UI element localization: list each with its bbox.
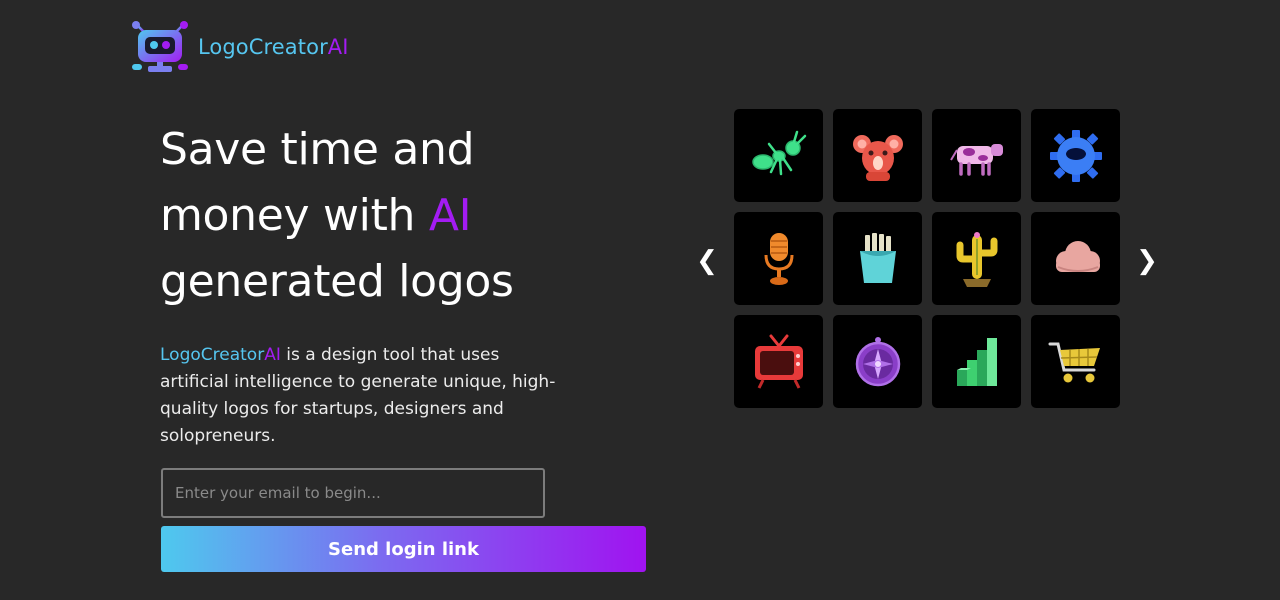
- cactus-icon: [956, 231, 997, 287]
- logo-tile-shopping-cart[interactable]: [1031, 315, 1120, 408]
- logo-tile-cloud[interactable]: [1031, 212, 1120, 305]
- logo-tile-tv[interactable]: [734, 315, 823, 408]
- logo-tile-cow[interactable]: [932, 109, 1021, 202]
- hero-title-line1: Save time and: [160, 124, 475, 175]
- robot-logo-icon: [132, 21, 188, 72]
- tv-icon: [754, 334, 803, 389]
- logo-tile-koala[interactable]: [833, 109, 922, 202]
- carousel-prev-button[interactable]: ❮: [695, 245, 719, 277]
- brand-logo-link[interactable]: LogoCreatorAI: [128, 20, 349, 74]
- gear-icon: [1049, 129, 1102, 182]
- shopping-cart-icon: [1048, 342, 1100, 382]
- description-brand-main: LogoCreator: [160, 345, 265, 365]
- koala-icon: [852, 134, 903, 181]
- cow-icon: [949, 143, 1003, 176]
- hero-description: LogoCreatorAI is a design tool that uses…: [160, 342, 560, 450]
- microphone-icon: [764, 232, 793, 285]
- hero-title-ai: AI: [428, 190, 472, 241]
- compass-icon: [855, 336, 900, 386]
- brand-name-main: LogoCreator: [198, 35, 328, 59]
- hero-title: Save time and money with AI generated lo…: [160, 117, 630, 315]
- logo-tile-bar-chart[interactable]: [932, 315, 1021, 408]
- carousel-next-button[interactable]: ❯: [1135, 245, 1159, 277]
- logo-tile-cactus[interactable]: [932, 212, 1021, 305]
- description-brand-ai: AI: [264, 345, 281, 365]
- logo-tile-ant[interactable]: [734, 109, 823, 202]
- hero-title-line2: money with: [160, 190, 429, 241]
- brand-name-ai: AI: [327, 35, 349, 59]
- landing-page: LogoCreatorAI Save time and money with A…: [0, 0, 1280, 600]
- bar-chart-icon: [956, 337, 997, 386]
- cloud-icon: [1055, 240, 1100, 272]
- logo-tile-compass[interactable]: [833, 315, 922, 408]
- send-login-link-button[interactable]: Send login link: [161, 526, 646, 572]
- logo-showcase-grid: [734, 109, 1120, 408]
- brand-name: LogoCreatorAI: [198, 35, 349, 59]
- email-input[interactable]: [161, 468, 545, 518]
- fries-icon: [859, 232, 896, 283]
- logo-tile-microphone[interactable]: [734, 212, 823, 305]
- ant-icon: [751, 130, 806, 175]
- logo-tile-gear[interactable]: [1031, 109, 1120, 202]
- hero-title-line3: generated logos: [160, 256, 514, 307]
- logo-tile-fries[interactable]: [833, 212, 922, 305]
